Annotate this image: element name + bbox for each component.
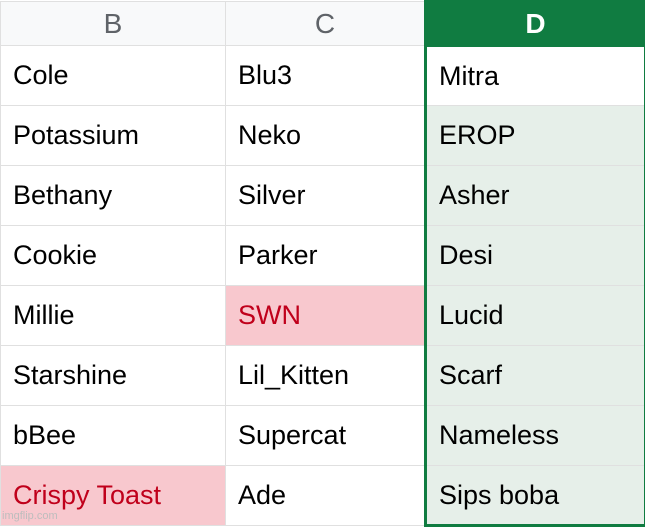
cell-highlighted[interactable]: SWN bbox=[226, 286, 426, 346]
cell[interactable]: Blu3 bbox=[226, 46, 426, 106]
cell[interactable]: Millie bbox=[1, 286, 226, 346]
cell[interactable]: Asher bbox=[426, 166, 645, 226]
cell[interactable]: Cole bbox=[1, 46, 226, 106]
cell[interactable]: bBee bbox=[1, 406, 226, 466]
cell[interactable]: Potassium bbox=[1, 106, 226, 166]
column-header-row: B C D bbox=[1, 2, 645, 46]
table-row: Cole Blu3 Mitra bbox=[1, 46, 645, 106]
cell[interactable]: Mitra bbox=[426, 46, 645, 106]
column-header-D[interactable]: D bbox=[426, 2, 645, 46]
table-row: Starshine Lil_Kitten Scarf bbox=[1, 346, 645, 406]
cell[interactable]: Neko bbox=[226, 106, 426, 166]
cell[interactable]: Ade bbox=[226, 466, 426, 526]
table-row: bBee Supercat Nameless bbox=[1, 406, 645, 466]
watermark: imgflip.com bbox=[2, 510, 58, 522]
cell[interactable]: Sips boba bbox=[426, 466, 645, 526]
cell[interactable]: Lucid bbox=[426, 286, 645, 346]
column-header-B[interactable]: B bbox=[1, 2, 226, 46]
table-row: Bethany Silver Asher bbox=[1, 166, 645, 226]
table-row: Cookie Parker Desi bbox=[1, 226, 645, 286]
cell[interactable]: Bethany bbox=[1, 166, 226, 226]
grid-body: Cole Blu3 Mitra Potassium Neko EROP Beth… bbox=[1, 46, 645, 526]
table-row: Millie SWN Lucid bbox=[1, 286, 645, 346]
cell[interactable]: Nameless bbox=[426, 406, 645, 466]
table-row: Potassium Neko EROP bbox=[1, 106, 645, 166]
cell[interactable]: Supercat bbox=[226, 406, 426, 466]
cell[interactable]: Parker bbox=[226, 226, 426, 286]
cell[interactable]: Scarf bbox=[426, 346, 645, 406]
column-header-C[interactable]: C bbox=[226, 2, 426, 46]
cell[interactable]: Lil_Kitten bbox=[226, 346, 426, 406]
table-row: Crispy Toast Ade Sips boba bbox=[1, 466, 645, 526]
cell[interactable]: Starshine bbox=[1, 346, 226, 406]
cell[interactable]: EROP bbox=[426, 106, 645, 166]
cell[interactable]: Desi bbox=[426, 226, 645, 286]
cell[interactable]: Cookie bbox=[1, 226, 226, 286]
spreadsheet-grid[interactable]: B C D Cole Blu3 Mitra Potassium Neko ERO… bbox=[0, 0, 645, 527]
cell[interactable]: Silver bbox=[226, 166, 426, 226]
